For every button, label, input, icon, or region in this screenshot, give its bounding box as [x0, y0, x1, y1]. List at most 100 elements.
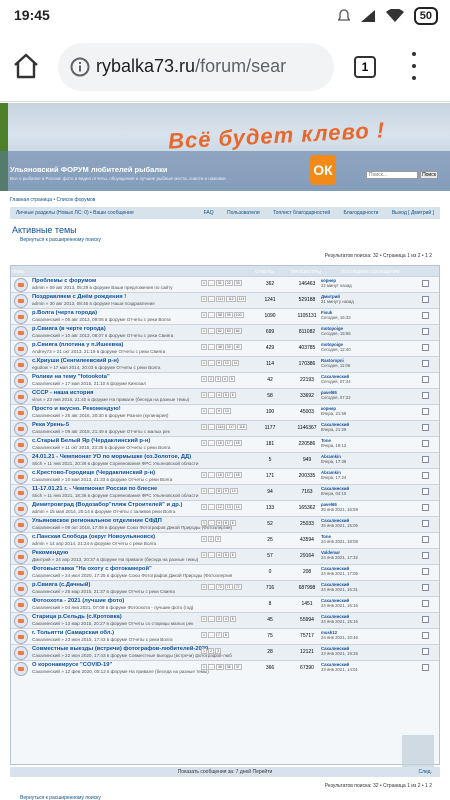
topic-page-link[interactable]: 70	[215, 584, 224, 590]
topic-page-link[interactable]: 100	[233, 312, 244, 318]
thanks-toplist-link[interactable]: Топлист благодарностей	[273, 210, 330, 216]
topic-page-link[interactable]: 4	[221, 376, 228, 382]
topic-page-link[interactable]: 3	[214, 536, 221, 542]
topic-page-link[interactable]: ...	[207, 632, 215, 638]
topic-page-link[interactable]: 17	[224, 472, 233, 478]
topic-page-link[interactable]: 18	[233, 472, 242, 478]
topic-page-link[interactable]: ...	[207, 296, 215, 302]
topic-page-link[interactable]: 3	[214, 376, 221, 382]
table-row[interactable]: Проблемы с форумом admin » 09 авг 2013, 0…	[11, 276, 439, 292]
topic-page-link[interactable]: 16	[215, 472, 224, 478]
topic-page-link[interactable]: 1	[201, 376, 207, 382]
topic-page-link[interactable]: ...	[207, 552, 215, 558]
go-to-last-post-icon[interactable]	[422, 520, 429, 527]
topic-page-link[interactable]: 12	[215, 504, 224, 510]
topic-page-link[interactable]: ...	[207, 328, 215, 334]
topic-page-link[interactable]: ...	[207, 408, 215, 414]
topic-page-link[interactable]: 5	[228, 376, 235, 382]
table-row[interactable]: с.Криуши (Сенгилеевский р-н) egudow » 17 …	[11, 356, 439, 372]
topic-page-link[interactable]: ...	[207, 488, 215, 494]
topic-page-link[interactable]: ...	[207, 664, 215, 670]
topic-page-link[interactable]: 2	[207, 376, 214, 382]
topic-page-link[interactable]: 71	[224, 584, 233, 590]
topic-page-link[interactable]: 63	[224, 328, 233, 334]
topic-page-link[interactable]: 1	[201, 344, 207, 350]
tab-switcher-button[interactable]: 1	[354, 56, 376, 78]
address-bar[interactable]: rybalka73.ru/forum/sear	[58, 43, 334, 91]
breadcrumb[interactable]: Главная страница • Список форумов	[10, 197, 440, 207]
topic-page-link[interactable]: 99	[224, 312, 233, 318]
topic-page-link[interactable]: ...	[207, 584, 215, 590]
table-row[interactable]: СССР - наша история virus » 23 янв 2016, …	[11, 388, 439, 404]
go-to-last-post-icon[interactable]	[422, 280, 429, 287]
topic-page-link[interactable]: ...	[207, 472, 215, 478]
table-row[interactable]: О коронавирусе "COVID-19" Сахалинский » 1…	[11, 660, 439, 676]
topic-page-link[interactable]: 16	[215, 440, 224, 446]
topic-page-link[interactable]: 9	[222, 488, 229, 494]
home-icon[interactable]	[12, 52, 40, 80]
table-row[interactable]: р.Свияга (в черте города) Сахалинский » 1…	[11, 324, 439, 340]
topic-page-link[interactable]: 9	[215, 360, 222, 366]
page-links[interactable]: 1 2	[425, 253, 432, 259]
topic-page-link[interactable]: 1	[201, 520, 207, 526]
topic-page-link[interactable]: 5	[222, 552, 229, 558]
table-row[interactable]: р.Свияга (с.Дачный) Сахалинский » 25 мар …	[11, 580, 439, 596]
topic-page-link[interactable]: 14	[233, 504, 242, 510]
logout-link[interactable]: Выход [ Дмитрий ]	[392, 210, 434, 216]
table-row[interactable]: Фотоохота - 2021 (лучшие фото) Сахалински…	[11, 596, 439, 612]
go-to-last-post-icon[interactable]	[422, 344, 429, 351]
table-row[interactable]: Фотовыставка "На охоту с фотокамерой" Сах…	[11, 564, 439, 580]
go-to-last-post-icon[interactable]	[422, 296, 429, 303]
table-row[interactable]: Рекомендую Дмитрий » 24 апр 2013, 20:37 в…	[11, 548, 439, 564]
topic-page-link[interactable]: ...	[207, 360, 215, 366]
table-row[interactable]: 11-17.01.21 г. - Чемпионат России по бле…	[11, 484, 439, 500]
private-messages-link[interactable]: Личные разделы (Новых ЛС: 0) • Ваши сооб…	[16, 210, 134, 216]
topic-page-link[interactable]: ...	[207, 280, 215, 286]
topic-page-link[interactable]: 117	[226, 424, 237, 430]
go-to-last-post-icon[interactable]	[422, 616, 429, 623]
table-row[interactable]: Старица р.Сельдь (с.Кротовка) Сахалинский…	[11, 612, 439, 628]
topic-title[interactable]: Фотоохота - 2021 (лучшие фото)	[32, 598, 232, 604]
overflow-menu-icon[interactable]	[410, 52, 418, 80]
topic-page-link[interactable]: 3	[214, 648, 221, 654]
thanks-link[interactable]: Благодарности	[344, 210, 379, 216]
go-to-last-post-icon[interactable]	[422, 472, 429, 479]
go-to-last-post-icon[interactable]	[422, 504, 429, 511]
go-to-last-post-icon[interactable]	[422, 376, 429, 383]
topic-page-link[interactable]: 6	[229, 392, 236, 398]
topic-page-link[interactable]: 37	[233, 664, 242, 670]
go-to-last-post-icon[interactable]	[422, 440, 429, 447]
topic-page-link[interactable]: 35	[215, 664, 224, 670]
topic-page-link[interactable]: 1	[201, 504, 207, 510]
topic-page-link[interactable]: 5	[229, 616, 236, 622]
topic-page-link[interactable]: 17	[224, 440, 233, 446]
topic-page-link[interactable]: 1	[201, 296, 207, 302]
topic-page-link[interactable]: 1	[201, 408, 207, 414]
topic-page-link[interactable]: 1	[201, 312, 207, 318]
topic-page-link[interactable]: 7	[215, 632, 222, 638]
go-to-last-post-icon[interactable]	[422, 632, 429, 639]
topic-page-link[interactable]: 98	[215, 312, 224, 318]
topic-page-link[interactable]: ...	[207, 392, 215, 398]
topic-page-link[interactable]: 1	[201, 648, 207, 654]
topic-page-link[interactable]: 1	[201, 664, 207, 670]
topic-page-link[interactable]: 64	[233, 328, 242, 334]
go-to-last-post-icon[interactable]	[422, 584, 429, 591]
topic-page-link[interactable]: 1	[201, 328, 207, 334]
topic-page-link[interactable]: 6	[229, 520, 236, 526]
topic-page-link[interactable]: 113	[236, 296, 247, 302]
back-to-search-link[interactable]: Вернуться к расширенному поиску	[20, 237, 101, 243]
go-to-last-post-icon[interactable]	[422, 600, 429, 607]
topic-page-link[interactable]: 1	[201, 280, 207, 286]
topic-page-link[interactable]: 11	[231, 360, 240, 366]
topic-page-link[interactable]: 1	[201, 488, 207, 494]
topic-page-link[interactable]: 5	[222, 520, 229, 526]
topic-page-link[interactable]: 6	[229, 552, 236, 558]
go-to-last-post-icon[interactable]	[422, 424, 429, 431]
topic-page-link[interactable]: ...	[207, 504, 215, 510]
site-info-icon[interactable]	[70, 57, 90, 77]
topic-page-link[interactable]: 5	[222, 392, 229, 398]
users-link[interactable]: Пользователи	[227, 210, 260, 216]
topic-page-link[interactable]: ...	[207, 312, 215, 318]
topic-page-link[interactable]: 1	[201, 392, 207, 398]
